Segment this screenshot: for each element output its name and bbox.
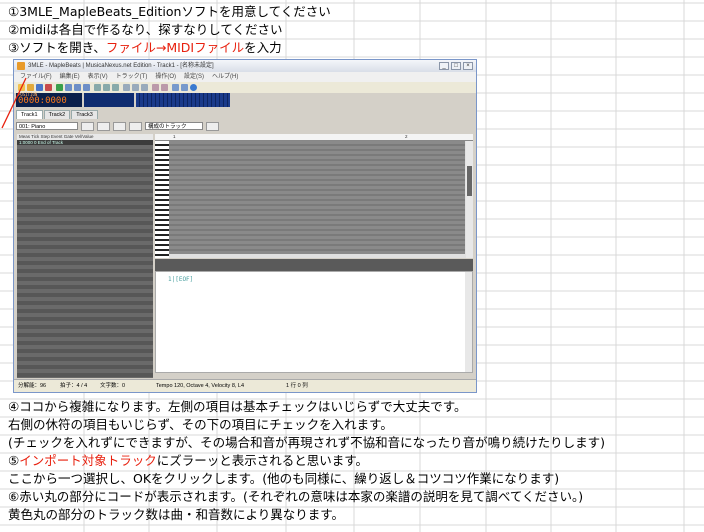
menu-operation[interactable]: 操作(O) — [155, 72, 176, 82]
status-position: 1 行 0 列 — [286, 383, 308, 389]
instruction-line-3: ③ソフトを開き、ファイル→MIDIファイルを入力 — [8, 39, 282, 57]
ruler-measure-2: 2 — [405, 134, 408, 139]
tool-icon-3[interactable] — [112, 84, 119, 91]
piano-keys — [155, 141, 169, 258]
status-tempo: Tempo 120, Octave 4, Velocity 8, L4 — [156, 383, 245, 389]
position-counter: POSITION 0000:0000 120 — [16, 92, 82, 122]
instruction-line-7-prefix: ⑤ — [8, 453, 20, 468]
tool-icon-6[interactable] — [141, 84, 148, 91]
instrument-select[interactable]: 001: Piano — [16, 122, 78, 130]
position-counter-label: POSITION — [18, 92, 38, 97]
rewind-icon[interactable] — [65, 84, 72, 91]
minimize-button[interactable]: _ — [439, 62, 449, 70]
menu-settings[interactable]: 設定(S) — [184, 72, 204, 82]
close-button[interactable]: × — [463, 62, 473, 70]
instruction-line-2: ②midiは各自で作るなり、探すなりしてください — [8, 22, 283, 37]
track-select[interactable]: 構成のトラック — [145, 122, 203, 130]
tool-icon-1[interactable] — [94, 84, 101, 91]
piano-roll-grid[interactable] — [169, 141, 465, 254]
app-logo-icon — [17, 62, 25, 70]
menu-file[interactable]: ファイル(F) — [20, 72, 52, 82]
ruler-measure-1: 1 — [173, 134, 176, 139]
instruction-line-7-highlight: インポート対象トラック — [19, 453, 157, 468]
instruction-line-1: ①3MLE_MapleBeats_Editionソフトを用意してください — [8, 4, 331, 19]
instruction-line-7-suffix: にズラーッと表示されると思います。 — [156, 453, 368, 468]
instruction-line-6: (チェックを入れずにできますが、その場合和音が再現されず不協和音になったり音が鳴… — [8, 435, 606, 450]
control-button-4[interactable] — [129, 121, 142, 131]
save-icon[interactable] — [36, 84, 43, 91]
editor-eof-marker: 1|[EOF] — [168, 276, 194, 283]
app-statusbar: 分解能：96 拍子：4 / 4 文字数：0 Tempo 120, Octave … — [14, 379, 476, 392]
instruction-line-9: ⑥赤い丸の部分にコードが表示されます。(それぞれの意味は本家の楽譜の説明を見て調… — [8, 489, 584, 504]
help-icon[interactable] — [190, 84, 197, 91]
instruction-line-3-highlight: ファイル→MIDIファイル — [105, 40, 245, 55]
tool-icon-7[interactable] — [152, 84, 159, 91]
editor-scrollbar[interactable] — [465, 272, 472, 372]
tab-track2[interactable]: Track2 — [43, 110, 71, 119]
tab-track1[interactable]: Track1 — [16, 110, 43, 119]
app-titlebar: 3MLE - MapleBeats | MusicaNexus.net Edit… — [14, 60, 476, 72]
tool-icon-9[interactable] — [172, 84, 179, 91]
record-icon[interactable] — [45, 84, 52, 91]
track-tabs: Track1 Track2 Track3 — [16, 110, 474, 119]
mml-editor[interactable]: 1|[EOF] — [155, 271, 473, 373]
piano-roll-ruler: 1 2 — [155, 134, 473, 141]
new-file-icon[interactable] — [18, 84, 25, 91]
tab-track3[interactable]: Track3 — [71, 110, 98, 119]
instruction-line-7: ⑤インポート対象トラックにズラーッと表示されると思います。 — [8, 452, 368, 470]
open-folder-icon[interactable] — [27, 84, 34, 91]
instruction-line-3-suffix: を入力 — [244, 40, 282, 55]
menu-edit[interactable]: 編集(E) — [60, 72, 80, 82]
menu-view[interactable]: 表示(V) — [88, 72, 108, 82]
editor-ruler — [155, 259, 473, 271]
piano-roll-scrollbar[interactable] — [466, 141, 473, 258]
tool-icon-8[interactable] — [161, 84, 168, 91]
tool-icon-5[interactable] — [132, 84, 139, 91]
event-list-panel: Meas Tick Step Event Gate Vel/Value 1:00… — [17, 134, 153, 378]
play-icon[interactable] — [56, 84, 63, 91]
control-button-2[interactable] — [97, 121, 110, 131]
instruction-line-10: 黄色丸の部分のトラック数は曲・和音数により異なります。 — [8, 507, 345, 522]
forward-icon[interactable] — [83, 84, 90, 91]
level-meter — [136, 93, 230, 107]
status-resolution: 分解能：96 — [18, 383, 47, 389]
app-screenshot: 3MLE - MapleBeats | MusicaNexus.net Edit… — [13, 59, 477, 393]
track-controls: 001: Piano 構成のトラック — [16, 121, 474, 131]
status-chars: 文字数：0 — [100, 383, 126, 389]
instruction-line-5: 右側の休符の項目もいじらず、その下の項目にチェックを入れます。 — [8, 417, 393, 432]
piano-roll[interactable]: 1 2 — [155, 134, 473, 258]
transport-display — [84, 93, 134, 107]
view-toggle-button[interactable] — [206, 121, 219, 131]
instruction-line-3-prefix: ③ソフトを開き、 — [8, 40, 106, 55]
menu-help[interactable]: ヘルプ(H) — [212, 72, 238, 82]
tool-icon-4[interactable] — [123, 84, 130, 91]
menu-track[interactable]: トラック(T) — [116, 72, 148, 82]
control-button-1[interactable] — [81, 121, 94, 131]
instruction-line-8: ここから一つ選択し、OKをクリックします。(他のも同様に、繰り返し＆コツコツ作業… — [8, 471, 560, 486]
control-button-3[interactable] — [113, 121, 126, 131]
app-menubar: ファイル(F) 編集(E) 表示(V) トラック(T) 操作(O) 設定(S) … — [14, 72, 476, 82]
event-list-body — [17, 145, 153, 378]
instruction-line-4: ④ココから複雑になります。左側の項目は基本チェックはいじらずで大丈夫です。 — [8, 399, 467, 414]
tool-icon-2[interactable] — [103, 84, 110, 91]
maximize-button[interactable]: □ — [451, 62, 461, 70]
app-title: 3MLE - MapleBeats | MusicaNexus.net Edit… — [28, 63, 214, 69]
stop-icon[interactable] — [74, 84, 81, 91]
tool-icon-10[interactable] — [181, 84, 188, 91]
status-beat: 拍子：4 / 4 — [60, 383, 88, 389]
